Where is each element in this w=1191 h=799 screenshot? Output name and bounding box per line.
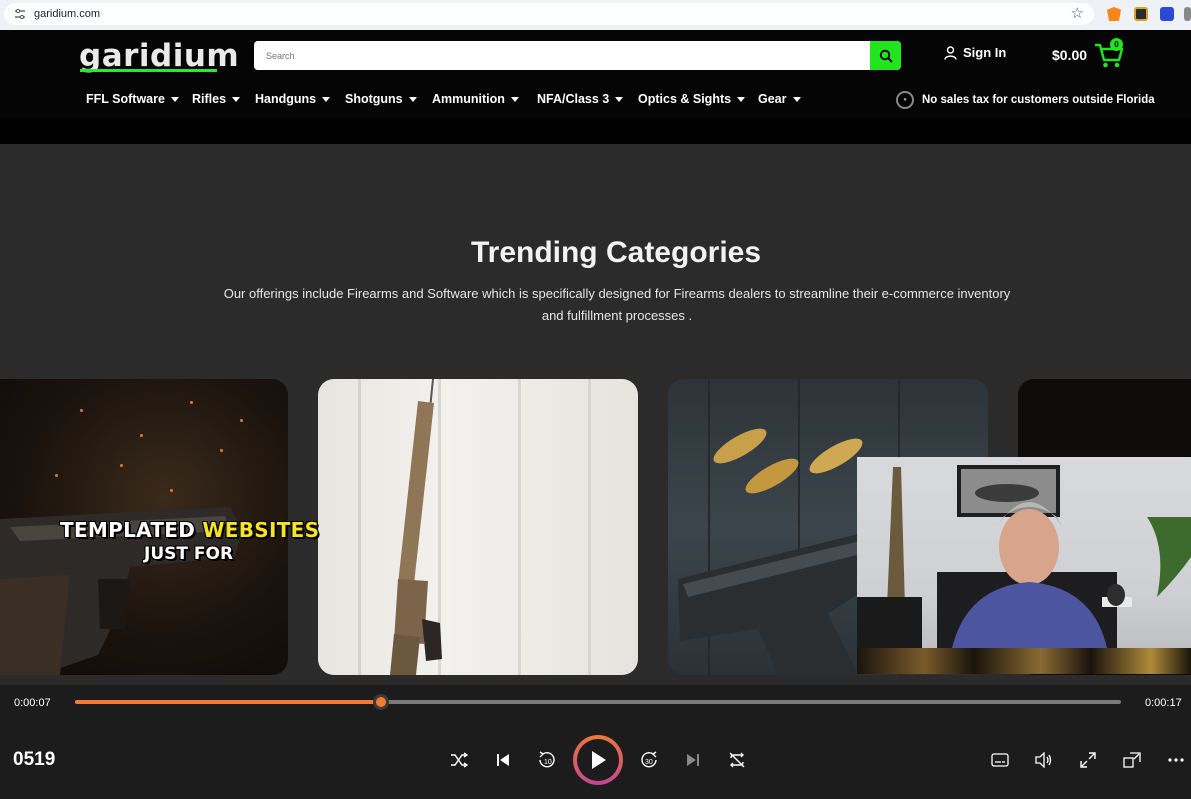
repeat-off-icon bbox=[729, 752, 745, 768]
volume-button[interactable] bbox=[1031, 747, 1057, 773]
tax-note-text: No sales tax for customers outside Flori… bbox=[922, 94, 1155, 106]
forward-30-icon: 30 bbox=[641, 751, 657, 768]
play-button[interactable] bbox=[573, 735, 623, 785]
webcam-overlay bbox=[857, 457, 1191, 648]
nav-label: NFA/Class 3 bbox=[537, 92, 610, 106]
media-player-controls: 0:00:07 0:00:17 0519 10 30 bbox=[0, 685, 1191, 799]
section-description: Our offerings include Firearms and Softw… bbox=[215, 283, 1019, 327]
nav-label: Handguns bbox=[255, 92, 317, 106]
nav-item-nfa-class-3[interactable]: NFA/Class 3 bbox=[537, 92, 624, 106]
seek-thumb[interactable] bbox=[373, 694, 390, 710]
category-card-rifles[interactable] bbox=[318, 379, 638, 675]
repeat-button[interactable] bbox=[724, 747, 750, 773]
seek-bar[interactable] bbox=[75, 694, 1121, 710]
nav-label: Ammunition bbox=[432, 92, 505, 106]
subtitles-button[interactable] bbox=[987, 747, 1013, 773]
chevron-down-icon bbox=[408, 96, 417, 102]
section-title: Trending Categories bbox=[470, 236, 762, 269]
nav-item-ffl-software[interactable]: FFL Software bbox=[86, 92, 179, 106]
previous-button[interactable] bbox=[490, 747, 516, 773]
cart-count-badge: 0 bbox=[1110, 38, 1123, 51]
description-line: and fulfillment processes . bbox=[541, 308, 693, 323]
media-title: 0519 bbox=[13, 749, 56, 770]
url-text: garidium.com bbox=[34, 8, 101, 20]
bookmark-star-icon[interactable]: ☆ bbox=[1071, 5, 1084, 23]
search-input[interactable] bbox=[254, 41, 870, 70]
nav-label: Shotguns bbox=[345, 92, 403, 106]
chevron-down-icon bbox=[615, 96, 624, 102]
extension-icon[interactable] bbox=[1184, 7, 1191, 21]
more-icon bbox=[1168, 758, 1184, 762]
forward-30-button[interactable]: 30 bbox=[636, 747, 662, 773]
tax-note: ● No sales tax for customers outside Flo… bbox=[896, 91, 1155, 109]
subtitles-icon bbox=[991, 753, 1009, 767]
nav-label: FFL Software bbox=[86, 92, 165, 106]
chevron-down-icon bbox=[322, 96, 331, 102]
nav-item-optics-sights[interactable]: Optics & Sights bbox=[638, 92, 746, 106]
next-button[interactable] bbox=[680, 747, 706, 773]
seek-bar-progress bbox=[75, 700, 382, 704]
rifle-image bbox=[358, 379, 591, 675]
chevron-down-icon bbox=[792, 96, 801, 102]
chevron-down-icon bbox=[170, 96, 179, 102]
previous-icon bbox=[497, 754, 509, 766]
shuffle-button[interactable] bbox=[446, 747, 472, 773]
nav-item-ammunition[interactable]: Ammunition bbox=[432, 92, 519, 106]
fullscreen-button[interactable] bbox=[1075, 747, 1101, 773]
cart-total[interactable]: $0.00 bbox=[1052, 47, 1087, 63]
more-options-button[interactable] bbox=[1163, 747, 1189, 773]
volume-icon bbox=[1035, 752, 1052, 768]
webcam-image bbox=[857, 465, 1191, 648]
shuffle-icon bbox=[451, 752, 468, 768]
play-icon bbox=[592, 751, 606, 769]
total-time: 0:00:17 bbox=[1145, 697, 1182, 709]
search-button[interactable] bbox=[870, 41, 901, 70]
mini-player-icon bbox=[1123, 752, 1141, 768]
nav-item-handguns[interactable]: Handguns bbox=[255, 92, 331, 106]
svg-text:30: 30 bbox=[645, 759, 653, 766]
screen: garidium.com ☆ garidium Sign In $0.00 0 … bbox=[0, 0, 1191, 799]
video-caption: TEMPLATED WEBSITES JUST FOR bbox=[60, 518, 319, 564]
search-box bbox=[254, 41, 901, 70]
mini-player-button[interactable] bbox=[1119, 747, 1145, 773]
webcam-bottom-strip bbox=[857, 648, 1191, 674]
logo-underline bbox=[80, 69, 217, 72]
sign-in-link[interactable]: Sign In bbox=[944, 45, 1006, 60]
next-icon bbox=[687, 754, 699, 766]
rewind-10-button[interactable]: 10 bbox=[534, 747, 560, 773]
address-bar[interactable]: garidium.com ☆ bbox=[4, 3, 1094, 25]
banner-strip bbox=[0, 118, 1191, 144]
rewind-10-icon: 10 bbox=[539, 751, 555, 768]
chevron-down-icon bbox=[232, 96, 241, 102]
nav-label: Rifles bbox=[192, 92, 227, 106]
nav-label: Optics & Sights bbox=[638, 92, 732, 106]
chevron-down-icon bbox=[510, 96, 519, 102]
nav-item-shotguns[interactable]: Shotguns bbox=[345, 92, 417, 106]
sign-in-label: Sign In bbox=[963, 45, 1007, 60]
extension-icon[interactable] bbox=[1160, 7, 1174, 21]
caption-highlight: WEBSITES bbox=[202, 518, 320, 542]
play-button-inner bbox=[577, 739, 619, 781]
nav-label: Gear bbox=[758, 92, 787, 106]
caption-text: TEMPLATED bbox=[60, 518, 196, 542]
search-icon bbox=[879, 49, 893, 63]
current-time: 0:00:07 bbox=[14, 697, 51, 709]
extension-icon[interactable] bbox=[1134, 7, 1148, 21]
browser-toolbar: garidium.com ☆ bbox=[0, 0, 1191, 30]
description-line: Our offerings include Firearms and Softw… bbox=[223, 286, 1011, 301]
fullscreen-icon bbox=[1080, 752, 1096, 768]
chevron-down-icon bbox=[737, 96, 746, 102]
site-info-icon[interactable] bbox=[14, 8, 26, 20]
user-icon bbox=[944, 45, 957, 60]
tax-badge-icon: ● bbox=[896, 91, 914, 109]
metamask-extension-icon[interactable] bbox=[1107, 7, 1121, 21]
svg-text:10: 10 bbox=[544, 759, 552, 766]
nav-item-rifles[interactable]: Rifles bbox=[192, 92, 241, 106]
nav-item-gear[interactable]: Gear bbox=[758, 92, 801, 106]
caption-text: JUST FOR bbox=[144, 544, 234, 564]
